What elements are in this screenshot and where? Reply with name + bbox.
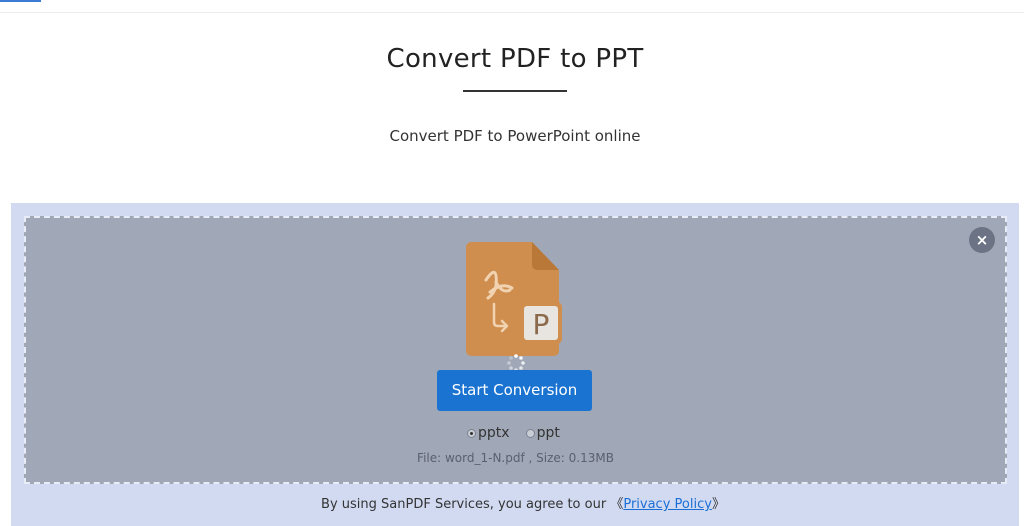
format-option-pptx[interactable]: pptx [467, 425, 510, 441]
radio-pptx[interactable] [467, 428, 476, 438]
privacy-agreement: By using SanPDF Services, you agree to o… [11, 493, 1024, 512]
ppt-letter: P [533, 308, 550, 341]
agreement-text: By using SanPDF Services, you agree to o… [321, 497, 611, 512]
title-underline [463, 90, 567, 92]
file-dropzone[interactable]: × P Start Conversion pptx ppt File: word… [24, 216, 1007, 484]
top-navigation-bar [0, 0, 1024, 13]
nav-active-indicator [0, 0, 41, 2]
page-subtitle: Convert PDF to PowerPoint online [389, 127, 641, 145]
radio-ppt[interactable] [525, 428, 535, 438]
format-label-pptx: pptx [478, 425, 510, 441]
output-format-options: pptx ppt [467, 424, 576, 442]
start-conversion-button[interactable]: Start Conversion [437, 370, 592, 411]
upload-panel: × P Start Conversion pptx ppt File: word… [11, 203, 1019, 526]
close-icon[interactable]: × [969, 227, 995, 253]
page-title: Convert PDF to PPT [386, 44, 644, 74]
privacy-policy-link[interactable]: Privacy Policy [623, 497, 712, 512]
format-option-ppt[interactable]: ppt [525, 425, 560, 441]
bracket-close: 》 [711, 497, 725, 512]
format-label-ppt: ppt [536, 425, 560, 441]
bracket-open: 《 [610, 497, 624, 512]
file-info: File: word_1-N.pdf , Size: 0.13MB [417, 451, 614, 465]
pdf-to-ppt-file-icon: P [466, 242, 566, 360]
